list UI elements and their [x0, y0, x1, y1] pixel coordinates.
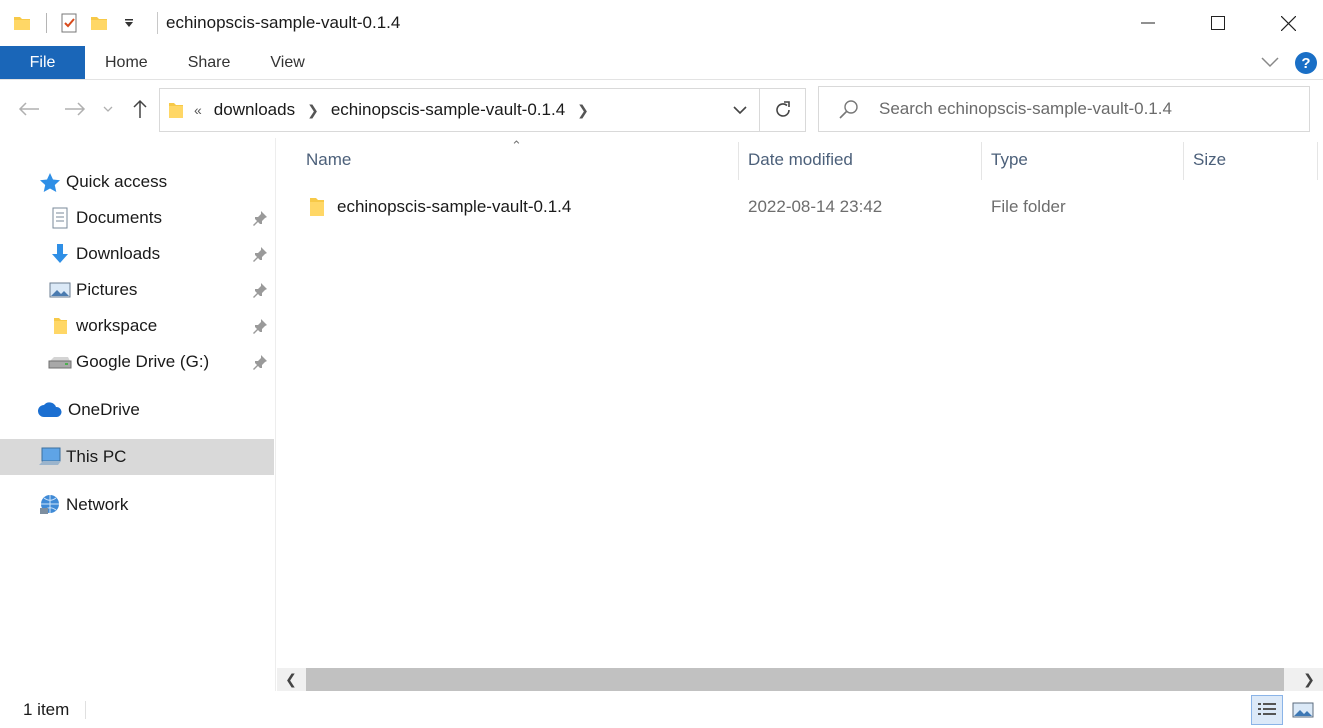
tab-share[interactable]: Share [168, 46, 251, 79]
sidebar-item-downloads[interactable]: Downloads [0, 236, 274, 272]
sidebar-item-label: Documents [76, 208, 162, 227]
column-header-name[interactable]: Name [306, 138, 351, 182]
folder-icon [168, 101, 184, 119]
ribbon-tabs: File Home Share View ? [0, 46, 1323, 80]
search-icon [819, 99, 879, 119]
view-toggle-group [1251, 695, 1319, 725]
cloud-icon [36, 399, 64, 421]
new-folder-icon[interactable] [89, 12, 109, 34]
column-divider[interactable] [981, 142, 982, 180]
sidebar-item-label: OneDrive [68, 400, 140, 419]
file-list: ⌃ Name Date modified Type Size echinopsc… [277, 138, 1323, 668]
navigation-bar: « downloads ❯ echinopscis-sample-vault-0… [0, 80, 1323, 138]
tab-home[interactable]: Home [85, 46, 168, 79]
status-bar: 1 item [0, 691, 1323, 728]
sidebar-item-network[interactable]: Network [0, 487, 274, 523]
computer-icon [38, 446, 62, 468]
file-explorer-window: echinopscis-sample-vault-0.1.4 File Home… [0, 0, 1323, 728]
tab-view[interactable]: View [250, 46, 324, 79]
sidebar-item-documents[interactable]: Documents [0, 200, 274, 236]
breadcrumb-downloads[interactable]: downloads [214, 100, 295, 120]
pin-icon[interactable] [252, 210, 268, 226]
breadcrumb-current-folder[interactable]: echinopscis-sample-vault-0.1.4 [331, 100, 565, 120]
column-header-date-modified[interactable]: Date modified [748, 138, 853, 182]
sidebar-item-label: Pictures [76, 280, 138, 299]
expand-ribbon-icon[interactable] [1261, 53, 1279, 73]
sidebar-item-onedrive[interactable]: OneDrive [0, 392, 274, 428]
ribbon-right-controls: ? [1261, 46, 1317, 80]
close-button[interactable] [1253, 0, 1323, 46]
scroll-left-button[interactable]: ❮ [277, 668, 305, 691]
drive-icon [48, 351, 72, 373]
file-type: File folder [991, 197, 1066, 216]
sort-ascending-icon: ⌃ [511, 138, 522, 153]
large-icons-view-button[interactable] [1287, 695, 1319, 725]
item-count: 1 item [23, 699, 70, 719]
minimize-button[interactable] [1113, 0, 1183, 46]
chevron-right-icon[interactable]: ❯ [577, 102, 589, 119]
table-row[interactable]: echinopscis-sample-vault-0.1.4 2022-08-1… [305, 190, 1305, 224]
quick-access-toolbar [0, 0, 149, 46]
address-bar[interactable]: « downloads ❯ echinopscis-sample-vault-0… [159, 88, 806, 132]
navigation-pane: Quick access Documents Downloads Picture… [0, 138, 276, 691]
sidebar-item-pictures[interactable]: Pictures [0, 272, 274, 308]
breadcrumb: « downloads ❯ echinopscis-sample-vault-0… [160, 89, 721, 131]
sidebar-item-label: Google Drive (G:) [76, 352, 210, 371]
star-icon [38, 171, 62, 193]
sidebar-item-this-pc[interactable]: This PC [0, 439, 274, 475]
horizontal-scrollbar[interactable]: ❮ ❯ [277, 668, 1323, 691]
customize-dropdown-icon[interactable] [119, 12, 139, 34]
folder-icon [307, 196, 327, 223]
folder-icon [48, 315, 72, 337]
scrollbar-thumb[interactable] [306, 668, 1284, 691]
up-button[interactable] [127, 96, 153, 122]
sidebar-item-label: workspace [76, 316, 158, 335]
recent-locations-button[interactable] [98, 96, 118, 122]
pin-icon[interactable] [252, 282, 268, 298]
details-view-button[interactable] [1251, 695, 1283, 725]
title-separator [157, 12, 158, 34]
scroll-right-button[interactable]: ❯ [1295, 668, 1323, 691]
folder-icon [12, 12, 32, 34]
maximize-button[interactable] [1183, 0, 1253, 46]
window-title: echinopscis-sample-vault-0.1.4 [166, 13, 401, 32]
chevron-right-icon[interactable]: ❯ [307, 102, 319, 119]
overflow-chevron-icon[interactable]: « [194, 102, 202, 118]
sidebar-item-label: Quick access [66, 172, 168, 191]
column-header-type[interactable]: Type [991, 138, 1028, 182]
downloads-icon [48, 243, 72, 265]
help-icon[interactable]: ? [1295, 52, 1317, 74]
column-divider[interactable] [738, 142, 739, 180]
documents-icon [48, 207, 72, 229]
title-bar: echinopscis-sample-vault-0.1.4 [0, 0, 1323, 46]
address-history-dropdown[interactable] [721, 89, 759, 131]
search-box[interactable] [818, 86, 1310, 132]
sidebar-item-workspace[interactable]: workspace [0, 308, 274, 344]
forward-button[interactable] [62, 96, 88, 122]
search-input[interactable] [879, 99, 1299, 119]
sidebar-item-label: Network [66, 495, 129, 514]
toolbar-separator [46, 13, 47, 33]
file-name[interactable]: echinopscis-sample-vault-0.1.4 [337, 197, 571, 217]
pin-icon[interactable] [252, 354, 268, 370]
network-icon [38, 494, 62, 516]
column-divider[interactable] [1183, 142, 1184, 180]
properties-icon[interactable] [59, 12, 79, 34]
column-divider[interactable] [1317, 142, 1318, 180]
window-controls [1113, 0, 1323, 46]
file-date-modified: 2022-08-14 23:42 [748, 197, 883, 216]
pin-icon[interactable] [252, 318, 268, 334]
back-button[interactable] [16, 96, 42, 122]
sidebar-item-google-drive[interactable]: Google Drive (G:) [0, 344, 274, 380]
sidebar-item-quick-access[interactable]: Quick access [0, 164, 274, 200]
column-header-size[interactable]: Size [1193, 138, 1226, 182]
pictures-icon [48, 279, 72, 301]
sidebar-item-label: Downloads [76, 244, 161, 263]
sidebar-item-label: This PC [66, 447, 127, 466]
pin-icon[interactable] [252, 246, 268, 262]
status-separator [85, 700, 87, 719]
refresh-button[interactable] [759, 89, 805, 131]
tab-file[interactable]: File [0, 46, 85, 79]
